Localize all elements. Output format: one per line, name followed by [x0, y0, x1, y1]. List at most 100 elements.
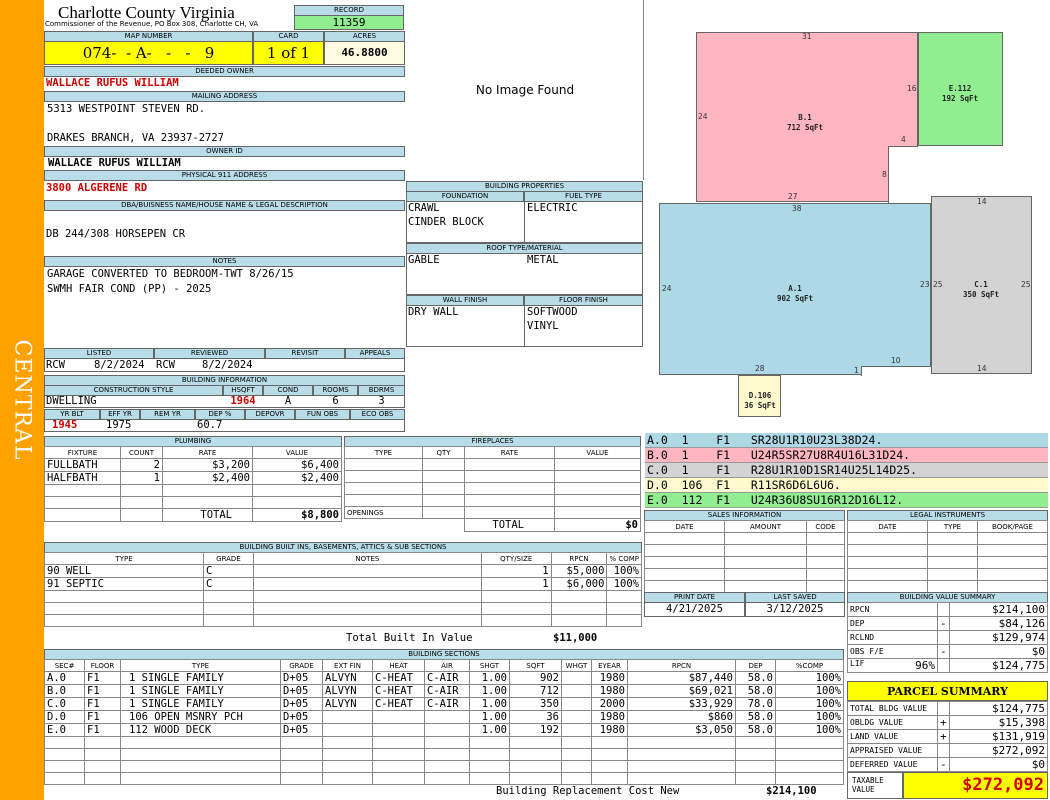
- section-type: 106 OPEN MSNRY PCH: [120, 710, 281, 724]
- dim-25-left: 25: [933, 280, 943, 289]
- owner-id: WALLACE RUFUS WILLIAM: [48, 157, 181, 169]
- section-whgt: [561, 697, 592, 711]
- area-a-sqft: 902 SqFt: [776, 294, 814, 303]
- area-c-name: C.1: [974, 280, 988, 289]
- plumbing-table: FIXTURE COUNT RATE VALUE FULLBATH 2 $3,200 $6,…: [44, 446, 342, 522]
- dep-pct-value: 60.7: [197, 419, 223, 431]
- deeded-owner-label: DEEDED OWNER: [44, 66, 405, 77]
- table-row: OBS F/E - $0: [847, 644, 1049, 659]
- built-in-total-label: Total Built In Value: [346, 632, 473, 644]
- summary-value: $84,126: [948, 616, 1049, 631]
- summary-value: $0: [948, 644, 1049, 659]
- sketch-segment-c: C.0 1 F1 R28U1R10D1SR14U25L14D25.: [645, 463, 1048, 478]
- plumbing-rate: $3,200: [162, 458, 253, 472]
- eff-yr-value: 1975: [106, 419, 132, 431]
- section-rpcn: $33,929: [627, 697, 736, 711]
- fireplace-total: $0: [554, 518, 641, 532]
- legal-col-date: DATE: [847, 520, 928, 533]
- section-air: [424, 723, 470, 737]
- section-whgt: [561, 723, 592, 737]
- builtin-col-type: TYPE: [43, 552, 205, 565]
- section-heat: C-HEAT: [372, 697, 425, 711]
- section-sqft: 712: [509, 684, 562, 698]
- section-air: C-AIR: [424, 697, 470, 711]
- section-floor: F1: [84, 723, 121, 737]
- sections-col-air: AIR: [424, 659, 470, 672]
- section-sqft: 36: [509, 710, 562, 724]
- built-ins-table: TYPE GRADE NOTES QTY/SIZE RPCN% COMP 90 WELL…: [43, 552, 642, 627]
- section-type: 112 WOOD DECK: [120, 723, 281, 737]
- table-row: E.0 F1 112 WOOD DECK D+05 1.00 192 1980 $3,050 5…: [44, 723, 844, 737]
- section-type: 1 SINGLE FAMILY: [120, 671, 281, 685]
- sections-col-whgt: WHGT: [561, 659, 592, 672]
- plumbing-value: $6,400: [252, 458, 342, 472]
- parcel-value: $272,092: [948, 743, 1049, 758]
- section-sec: A.0: [44, 671, 85, 685]
- area-d-sqft: 36 SqFt: [744, 401, 776, 410]
- summary-sign: -: [937, 644, 950, 659]
- table-row: HALFBATH 1 $2,400 $2,400: [44, 471, 342, 485]
- section-grade: D+05: [280, 697, 323, 711]
- plumbing-col-value: VALUE: [252, 446, 342, 459]
- plumbing-col-rate: RATE: [162, 446, 253, 459]
- replacement-cost: $214,100: [766, 785, 817, 797]
- dim-8: 8: [882, 170, 887, 179]
- summary-key: OBS F/E: [847, 644, 938, 659]
- sections-col-rpcn: RPCN: [627, 659, 736, 672]
- section-shgt: 1.00: [469, 710, 510, 724]
- section-comp: 100%: [775, 697, 844, 711]
- section-dep: 58.0: [735, 684, 776, 698]
- summary-sign: [937, 630, 950, 645]
- properties-divider: [524, 201, 525, 243]
- lif-percent: 96%: [915, 659, 935, 672]
- sketch-segment-d: D.0 106 F1 R11SR6D6L6U6.: [645, 478, 1048, 493]
- dim-10: 10: [891, 356, 901, 365]
- section-whgt: [561, 671, 592, 685]
- plumbing-count: 2: [120, 458, 163, 472]
- section-rpcn: $69,021: [627, 684, 736, 698]
- parcel-key: OBLDG VALUE: [847, 715, 938, 730]
- builtin-col-qty: QTY/SIZE: [480, 552, 552, 565]
- section-whgt: [561, 684, 592, 698]
- fireplace-col-value: VALUE: [554, 446, 641, 459]
- fireplace-col-type: TYPE: [344, 446, 423, 459]
- construction-style: DWELLING: [46, 395, 97, 407]
- no-image-text: No Image Found: [475, 83, 575, 97]
- dim-24-b: 24: [698, 112, 708, 121]
- builtin-type: 90 WELL: [43, 564, 205, 578]
- card-number: 1 of 1: [253, 41, 324, 65]
- section-floor: F1: [84, 684, 121, 698]
- fireplace-col-qty: QTY: [422, 446, 465, 459]
- parcel-key: DEFERRED VALUE: [847, 757, 938, 772]
- wall-finish: DRY WALL: [408, 306, 459, 318]
- table-row: TOTAL BLDG VALUE $124,775: [847, 701, 1049, 716]
- section-rpcn: $3,050: [627, 723, 736, 737]
- sections-col-eyear: EYEAR: [591, 659, 628, 672]
- section-shgt: 1.00: [469, 697, 510, 711]
- taxable-value-label: TAXABLE VALUE: [847, 772, 903, 799]
- parcel-sign: +: [937, 715, 950, 730]
- table-row: APPRAISED VALUE $272,092: [847, 743, 1049, 758]
- plumbing-total: $8,800: [252, 508, 342, 522]
- section-eyear: 1980: [591, 671, 628, 685]
- area-c-sqft: 350 SqFt: [962, 290, 1000, 299]
- taxable-value: $272,092: [903, 772, 1048, 799]
- section-grade: D+05: [280, 723, 323, 737]
- built-in-total: $11,000: [553, 632, 598, 644]
- builtin-col-notes: NOTES: [252, 552, 482, 565]
- sales-col-date: DATE: [644, 520, 725, 533]
- section-sec: C.0: [44, 697, 85, 711]
- section-comp: 100%: [775, 671, 844, 685]
- section-sec: E.0: [44, 723, 85, 737]
- parcel-value: $0: [948, 757, 1049, 772]
- plumbing-fixture: HALFBATH: [44, 471, 121, 485]
- sections-col-sec: SEC#: [44, 659, 85, 672]
- listed-by: RCW: [46, 359, 65, 371]
- section-eyear: 2000: [591, 697, 628, 711]
- table-row: C.0 F1 1 SINGLE FAMILY D+05 ALVYN C-HEAT C-AIR…: [44, 697, 844, 711]
- yr-blt-value: 1945: [52, 419, 78, 431]
- area-b-name: B.1: [798, 113, 812, 122]
- section-dep: 58.0: [735, 723, 776, 737]
- map-number: 074- - A- - - 9: [44, 41, 253, 65]
- section-extfin: ALVYN: [322, 671, 373, 685]
